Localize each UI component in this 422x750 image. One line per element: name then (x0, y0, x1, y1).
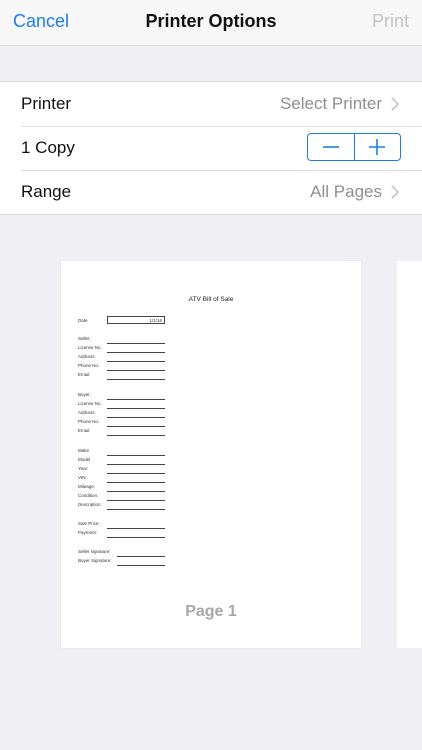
form-field-label: Email: (78, 428, 91, 433)
chevron-right-icon (391, 185, 400, 199)
signature-line (117, 556, 165, 557)
form-field-line (107, 343, 165, 344)
form-field-line (107, 352, 165, 353)
form-field-label: Seller signature: (78, 549, 111, 554)
date-value: 1/1/16 (149, 318, 162, 323)
copies-row: 1 Copy (0, 126, 422, 170)
range-value: All Pages (310, 182, 382, 201)
page-number-label: Page 1 (185, 603, 237, 620)
print-button[interactable]: Print (372, 11, 409, 32)
form-field-line (107, 491, 165, 492)
form-field-label: Sale Price: (78, 521, 100, 526)
form-field-label: Phone No. (78, 363, 100, 368)
form-field-label: Buyer Signature: (78, 558, 112, 563)
form-field-line (107, 473, 165, 474)
form-field-line (107, 417, 165, 418)
form-field-line (107, 455, 165, 456)
form-field-line (107, 537, 165, 538)
document-title: ATV Bill of Sale (188, 296, 234, 303)
form-field-line (107, 408, 165, 409)
form-field-label: Address: (78, 354, 96, 359)
increment-button[interactable] (353, 134, 401, 160)
form-field-label: License No. (78, 401, 102, 406)
range-label: Range (21, 182, 72, 201)
signature-line (117, 565, 165, 566)
copies-label: 1 Copy (21, 138, 75, 157)
form-field-label: Payment: (78, 530, 98, 535)
chevron-right-icon (391, 97, 400, 111)
plus-icon (369, 139, 386, 155)
printer-value: Select Printer (279, 94, 382, 113)
form-field-label: Year: (78, 466, 89, 471)
form-field-label: License No. (78, 345, 102, 350)
form-field-line (107, 361, 165, 362)
form-field-label: Mileage: (78, 484, 96, 489)
printer-options-list: Printer Select Printer 1 Copy Range All … (0, 81, 422, 215)
next-page-preview[interactable] (397, 261, 422, 648)
form-field-line (107, 379, 165, 380)
form-field-line (107, 500, 165, 501)
form-field-line (107, 528, 165, 529)
decrement-button[interactable] (308, 134, 354, 160)
form-field-line (107, 435, 165, 436)
form-field-line (107, 399, 165, 400)
page-preview[interactable]: ATV Bill of Sale Date 1/1/16 Seller: Lic… (61, 261, 361, 648)
page-title: Printer Options (145, 11, 277, 31)
form-field-line (107, 482, 165, 483)
copies-stepper[interactable] (307, 133, 401, 161)
form-field-line (107, 426, 165, 427)
printer-label: Printer (21, 94, 72, 113)
form-field-label: Model (78, 457, 91, 462)
form-field-label: Email: (78, 372, 91, 377)
form-field-label: VIN: (78, 475, 87, 480)
date-label: Date (78, 318, 88, 323)
form-field-line (107, 370, 165, 371)
form-field-label: Phone No. (78, 419, 100, 424)
form-field-label: Description: (78, 502, 102, 507)
form-field-line (107, 464, 165, 465)
form-field-label: Address: (78, 410, 96, 415)
printer-row[interactable]: Printer Select Printer (0, 82, 422, 126)
form-field-label: Make (78, 448, 90, 453)
form-field-line (107, 509, 165, 510)
range-row[interactable]: Range All Pages (0, 170, 422, 214)
navigation-bar: Cancel Printer Options Print (0, 0, 422, 46)
form-field-label: Seller: (78, 336, 91, 341)
form-field-label: Condition: (78, 493, 99, 498)
minus-icon (322, 146, 339, 148)
date-field: 1/1/16 (107, 316, 165, 324)
form-field-label: Buyer: (78, 392, 92, 397)
